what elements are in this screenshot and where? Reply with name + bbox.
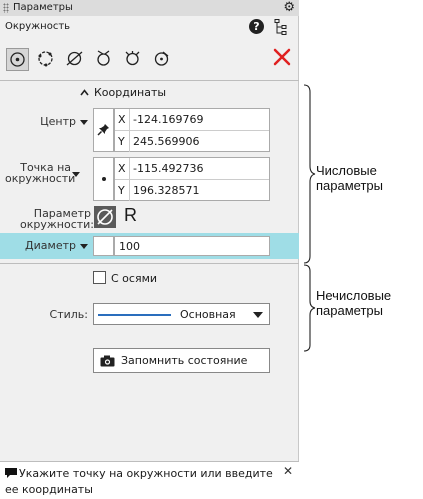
point-label[interactable]: Точка на окружности [5, 162, 75, 184]
center-y-value[interactable]: 245.569906 [133, 135, 199, 148]
y-key: Y [118, 184, 125, 197]
camera-icon [100, 355, 115, 367]
diameter-label-text: Диаметр [25, 239, 76, 252]
non-numeric-brace [303, 264, 316, 352]
radius-button[interactable]: R [124, 205, 137, 226]
style-label: Стиль: [49, 308, 88, 321]
status-message-text: Укажите точку на окружности или введите … [5, 467, 273, 496]
panel-subtitle: Окружность [5, 21, 71, 32]
pin-icon [97, 124, 109, 136]
param-label: Параметр окружности: [20, 208, 95, 231]
diameter-icon[interactable] [94, 206, 116, 228]
close-icon[interactable]: ✕ [283, 464, 293, 478]
param-label-line2: окружности: [20, 218, 95, 231]
grip-icon[interactable] [3, 3, 9, 13]
title-bar[interactable]: Параметры ⚙ [0, 0, 299, 16]
status-bar: Укажите точку на окружности или введите … [0, 461, 299, 499]
status-message: Укажите точку на окружности или введите … [5, 466, 277, 498]
save-state-button[interactable]: Запомнить состояние [93, 348, 270, 373]
non-numeric-annotation-line1: Нечисловые [316, 288, 392, 303]
gear-icon[interactable]: ⚙ [283, 0, 295, 16]
non-numeric-annotation-line2: параметры [316, 303, 383, 318]
divider [0, 263, 299, 264]
circle-center-tangent-icon[interactable] [151, 48, 174, 71]
numeric-annotation: Числовые параметры [316, 163, 383, 193]
diameter-swatch[interactable] [93, 236, 114, 256]
center-x-field[interactable]: X -124.169769 [115, 109, 269, 130]
dot-icon [102, 177, 106, 181]
parameters-panel: Параметры ⚙ Окружность ? Координаты Цент… [0, 0, 299, 499]
circle-tangent-2curves-icon[interactable] [93, 48, 116, 71]
style-select[interactable]: Основная [93, 303, 270, 325]
point-x-value[interactable]: -115.492736 [133, 162, 203, 175]
numeric-annotation-line2: параметры [316, 178, 383, 193]
point-coords: X -115.492736 Y 196.328571 [114, 157, 270, 201]
chevron-down-icon[interactable] [80, 119, 88, 125]
circle-tangent-curve-icon[interactable] [64, 48, 87, 71]
close-icon[interactable] [272, 47, 292, 67]
axes-checkbox[interactable] [93, 271, 106, 284]
center-pick-button[interactable] [93, 108, 114, 152]
point-pick-button[interactable] [93, 157, 114, 201]
point-y-value[interactable]: 196.328571 [133, 184, 199, 197]
circle-center-radius-icon[interactable] [6, 48, 29, 71]
divider [0, 80, 299, 81]
center-coords: X -124.169769 Y 245.569906 [114, 108, 270, 152]
chevron-down-icon[interactable] [72, 172, 80, 177]
circle-3points-icon[interactable] [35, 48, 58, 71]
save-state-label: Запомнить состояние [121, 354, 248, 367]
axes-label: С осями [111, 272, 158, 285]
help-icon[interactable]: ? [249, 19, 264, 34]
circle-mode-toolbar [0, 44, 299, 76]
point-y-field[interactable]: Y 196.328571 [115, 180, 269, 201]
chevron-down-icon[interactable] [80, 243, 88, 249]
line-style-preview [98, 314, 171, 316]
non-numeric-annotation: Нечисловые параметры [316, 288, 391, 318]
coords-section-title: Координаты [94, 86, 167, 99]
center-x-value[interactable]: -124.169769 [133, 113, 203, 126]
chevron-down-icon [253, 312, 263, 318]
chevron-up-icon[interactable] [80, 86, 89, 99]
tree-icon[interactable] [274, 19, 288, 35]
point-label-line2: окружности [5, 172, 76, 185]
numeric-annotation-line1: Числовые [316, 163, 377, 178]
diameter-label[interactable]: Диаметр [20, 240, 88, 251]
numeric-brace [303, 84, 316, 264]
diameter-input[interactable]: 100 [114, 236, 270, 256]
center-label[interactable]: Центр [30, 116, 88, 127]
circle-tangent-3curves-icon[interactable] [122, 48, 145, 71]
coords-section-header[interactable]: Координаты [80, 86, 166, 99]
center-y-field[interactable]: Y 245.569906 [115, 131, 269, 152]
x-key: X [118, 162, 126, 175]
y-key: Y [118, 135, 125, 148]
x-key: X [118, 113, 126, 126]
center-label-text: Центр [40, 115, 76, 128]
point-x-field[interactable]: X -115.492736 [115, 158, 269, 179]
window-title: Параметры [13, 2, 73, 13]
style-value: Основная [180, 308, 236, 321]
